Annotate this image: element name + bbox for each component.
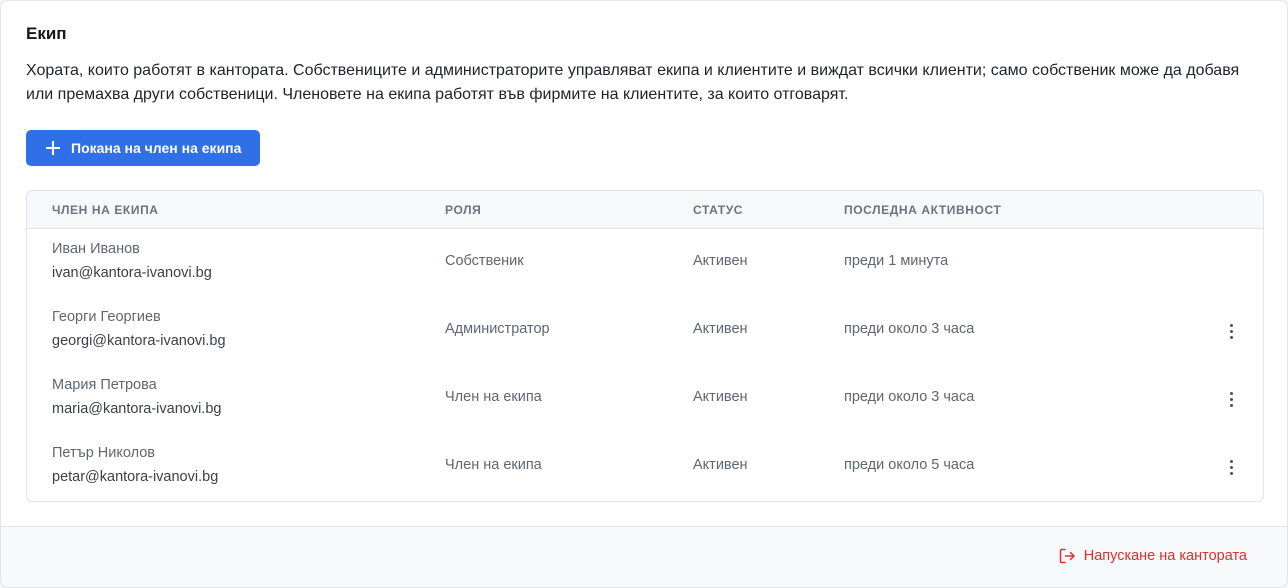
member-role: Член на екипа [445, 457, 542, 473]
team-table: Член на екипа Роля Статус Последна актив… [26, 190, 1264, 502]
leave-office-button[interactable]: Напускане на кантората [1058, 547, 1247, 565]
member-email: ivan@kantora-ivanovi.bg [52, 265, 212, 281]
card-body: Екип Хората, които работят в кантората. … [1, 1, 1287, 526]
member-status: Активен [693, 321, 748, 337]
team-card: Екип Хората, които работят в кантората. … [0, 0, 1288, 588]
card-footer: Напускане на кантората [1, 526, 1287, 587]
member-last-activity: преди около 3 часа [844, 389, 975, 405]
table-row: Петър Николов petar@kantora-ivanovi.bg Ч… [27, 433, 1263, 501]
table-header: Член на екипа Роля Статус Последна актив… [27, 191, 1263, 229]
invite-member-button[interactable]: Покана на член на екипа [26, 130, 260, 166]
column-header-member: Член на екипа [52, 203, 159, 217]
column-header-last-activity: Последна активност [844, 203, 1002, 217]
invite-member-label: Покана на член на екипа [71, 140, 242, 156]
member-status: Активен [693, 457, 748, 473]
table-row: Иван Иванов ivan@kantora-ivanovi.bg Собс… [27, 229, 1263, 297]
member-name: Иван Иванов [52, 241, 140, 257]
member-name: Мария Петрова [52, 377, 157, 393]
row-actions-menu-icon[interactable] [1221, 457, 1241, 477]
member-email: petar@kantora-ivanovi.bg [52, 469, 219, 485]
member-last-activity: преди около 3 часа [844, 321, 975, 337]
table-row: Георги Георгиев georgi@kantora-ivanovi.b… [27, 297, 1263, 365]
member-status: Активен [693, 253, 748, 269]
column-header-status: Статус [693, 203, 744, 217]
member-name: Петър Николов [52, 445, 156, 461]
column-header-role: Роля [445, 203, 482, 217]
member-last-activity: преди 1 минута [844, 253, 949, 269]
member-role: Член на екипа [445, 389, 542, 405]
page-title: Екип [26, 24, 67, 43]
row-actions-menu-icon[interactable] [1221, 321, 1241, 341]
member-role: Администратор [445, 321, 550, 337]
plus-icon [46, 141, 60, 155]
page-description: Хората, които работят в кантората. Собст… [26, 62, 1240, 103]
member-email: maria@kantora-ivanovi.bg [52, 401, 222, 417]
member-name: Георги Георгиев [52, 309, 161, 325]
row-actions-menu-icon[interactable] [1221, 389, 1241, 409]
member-status: Активен [693, 389, 748, 405]
logout-icon [1059, 548, 1075, 564]
member-email: georgi@kantora-ivanovi.bg [52, 333, 226, 349]
table-row: Мария Петрова maria@kantora-ivanovi.bg Ч… [27, 365, 1263, 433]
leave-office-label: Напускане на кантората [1083, 548, 1247, 564]
member-last-activity: преди около 5 часа [844, 457, 975, 473]
member-role: Собственик [445, 253, 524, 269]
